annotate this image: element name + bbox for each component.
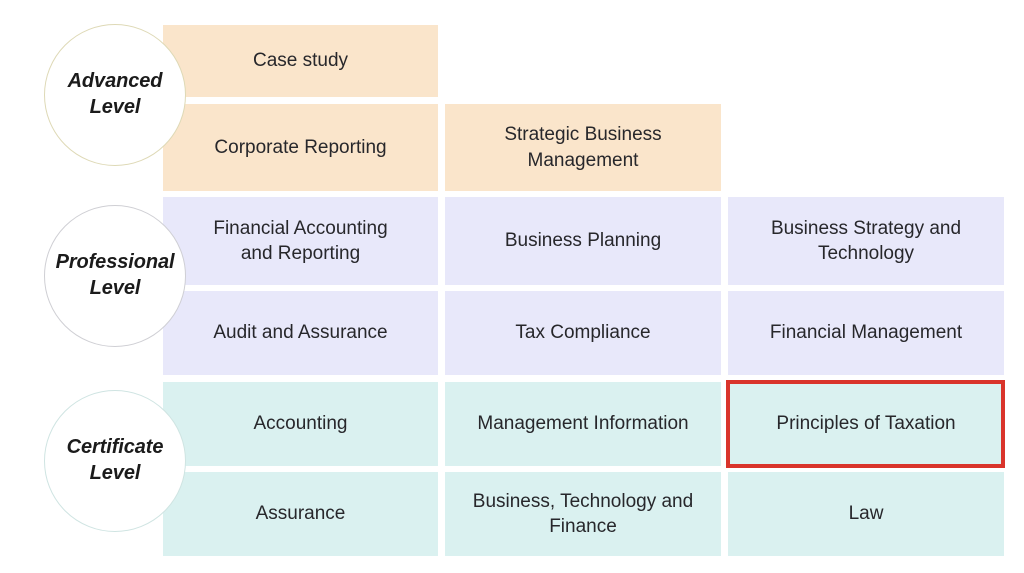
module-label: Principles of Taxation xyxy=(776,413,956,435)
module-cell-accounting: Accounting xyxy=(163,382,438,466)
module-cell-financial-management: Financial Management xyxy=(728,291,1004,375)
module-cell-corporate-reporting: Corporate Reporting xyxy=(163,104,438,191)
module-label: Strategic Business Management xyxy=(504,124,662,171)
module-label: Accounting xyxy=(253,413,348,435)
module-label: Business Strategy and Technology xyxy=(770,217,962,264)
module-label: Law xyxy=(848,503,884,525)
module-cell-business-planning: Business Planning xyxy=(445,197,721,285)
module-cell-audit-and-assurance: Audit and Assurance xyxy=(163,291,438,375)
module-cell-law: Law xyxy=(728,472,1004,556)
module-label: Management Information xyxy=(477,413,689,435)
module-cell-management-information: Management Information xyxy=(445,382,721,466)
module-cell-financial-accounting-and-reporting: Financial Accounting and Reporting xyxy=(163,197,438,285)
module-cell-tax-compliance: Tax Compliance xyxy=(445,291,721,375)
module-label: Business, Technology and Finance xyxy=(472,490,694,537)
module-label: Assurance xyxy=(255,503,346,525)
module-cell-case-study: Case study xyxy=(163,25,438,97)
module-label: Audit and Assurance xyxy=(213,322,388,344)
module-cell-assurance: Assurance xyxy=(163,472,438,556)
module-label: Case study xyxy=(252,50,349,72)
qualification-pathway-diagram: Advanced Level Professional Level Certif… xyxy=(0,0,1024,573)
level-circle-certificate: Certificate Level xyxy=(44,390,186,532)
level-circle-professional: Professional Level xyxy=(44,205,186,347)
module-cell-business-strategy-and-technology: Business Strategy and Technology xyxy=(728,197,1004,285)
module-label: Business Planning xyxy=(504,230,662,252)
module-label: Financial Accounting and Reporting xyxy=(213,217,388,264)
module-label: Financial Management xyxy=(769,322,963,344)
module-cell-strategic-business-management: Strategic Business Management xyxy=(445,104,721,191)
level-circle-advanced: Advanced Level xyxy=(44,24,186,166)
module-cell-business-technology-and-finance: Business, Technology and Finance xyxy=(445,472,721,556)
module-label: Corporate Reporting xyxy=(214,136,387,158)
level-label-professional: Professional Level xyxy=(55,251,175,299)
module-label: Tax Compliance xyxy=(515,322,651,344)
level-label-advanced: Advanced Level xyxy=(67,70,163,118)
level-label-certificate: Certificate Level xyxy=(66,436,164,484)
module-cell-principles-of-taxation: Principles of Taxation xyxy=(728,382,1004,466)
